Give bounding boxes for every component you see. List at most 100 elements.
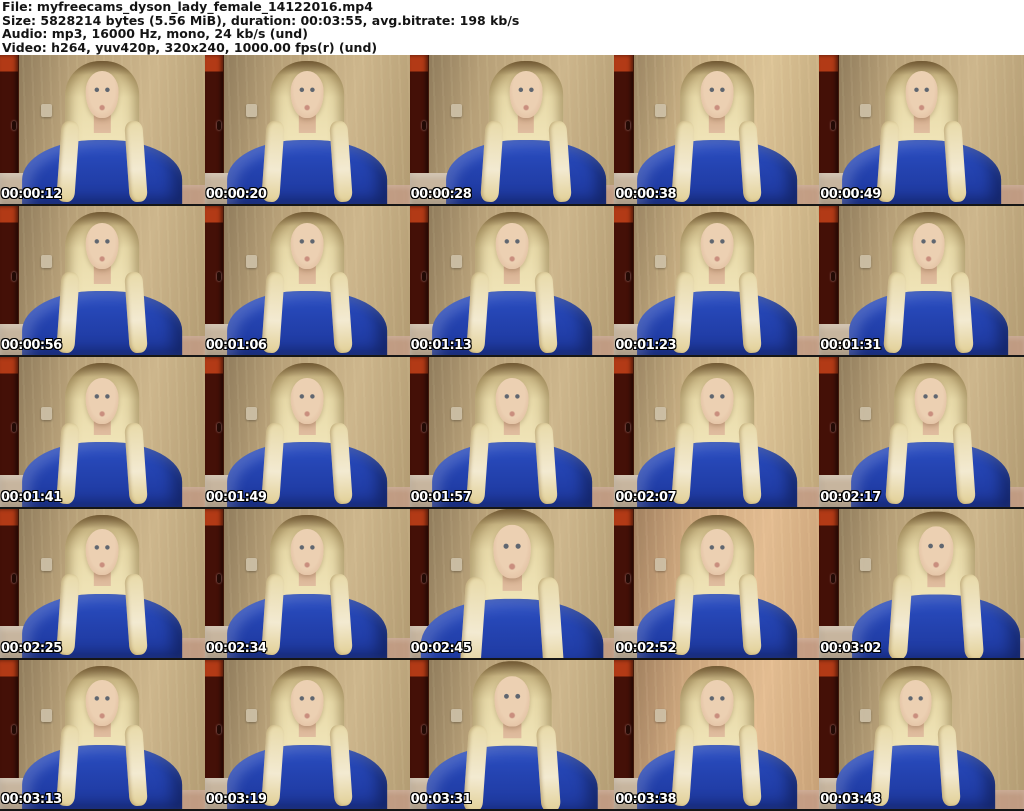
video-frame bbox=[614, 357, 820, 507]
video-thumbnail: 00:02:52 bbox=[614, 508, 820, 660]
video-frame bbox=[614, 508, 820, 658]
video-frame bbox=[0, 508, 205, 658]
video-frame bbox=[204, 55, 410, 205]
file-info-header: File: myfreecams_dyson_lady_female_14122… bbox=[0, 0, 1024, 55]
video-thumbnail: 00:02:17 bbox=[819, 357, 1024, 509]
video-thumbnail: 00:03:13 bbox=[0, 659, 205, 811]
video-frame bbox=[409, 55, 615, 205]
file-size-line: Size: 5828214 bytes (5.56 MiB), duration… bbox=[2, 12, 520, 28]
timestamp-label: 00:02:17 bbox=[820, 489, 881, 505]
timestamp-label: 00:03:38 bbox=[615, 791, 677, 807]
timestamp-label: 00:00:56 bbox=[1, 338, 62, 354]
face bbox=[700, 529, 734, 576]
video-frame bbox=[0, 206, 205, 356]
person bbox=[614, 55, 819, 205]
person bbox=[410, 357, 615, 507]
person bbox=[828, 357, 1024, 507]
video-thumbnail: 00:00:56 bbox=[0, 206, 205, 358]
video-thumbnail: 00:03:48 bbox=[819, 659, 1024, 811]
video-frame bbox=[409, 357, 615, 507]
timestamp-label: 00:01:23 bbox=[615, 338, 677, 354]
face bbox=[495, 377, 529, 425]
face bbox=[290, 529, 324, 576]
face bbox=[495, 222, 529, 269]
face bbox=[919, 526, 954, 575]
face bbox=[700, 377, 734, 425]
video-thumbnail: 00:03:02 bbox=[819, 508, 1024, 660]
face bbox=[86, 71, 119, 118]
person bbox=[205, 55, 410, 205]
video-frame bbox=[409, 659, 615, 809]
face bbox=[290, 222, 324, 269]
hair-lock-right bbox=[738, 422, 763, 505]
face bbox=[700, 680, 734, 727]
person bbox=[819, 660, 1018, 809]
face bbox=[290, 377, 324, 425]
face bbox=[905, 71, 938, 118]
timestamp-label: 00:01:41 bbox=[1, 489, 62, 505]
video-frame bbox=[614, 659, 820, 809]
thumbnail-grid: 00:00:12 00:00:20 00:00:28 00:00:38 00:0… bbox=[0, 55, 1024, 811]
video-thumbnail: 00:03:19 bbox=[204, 659, 410, 811]
timestamp-label: 00:01:13 bbox=[410, 338, 472, 354]
video-thumbnail: 00:00:12 bbox=[0, 55, 205, 207]
video-frame bbox=[204, 659, 410, 809]
person bbox=[205, 660, 410, 809]
timestamp-label: 00:02:34 bbox=[205, 640, 267, 656]
person bbox=[205, 357, 410, 507]
video-thumbnail: 00:02:34 bbox=[204, 508, 410, 660]
video-frame bbox=[204, 508, 410, 658]
video-thumbnail: 00:02:07 bbox=[614, 357, 820, 509]
audio-info-line: Audio: mp3, 16000 Hz, mono, 24 kb/s (und… bbox=[2, 26, 308, 42]
hair-lock-right bbox=[950, 271, 975, 353]
video-thumbnail: 00:01:13 bbox=[409, 206, 615, 358]
timestamp-label: 00:03:02 bbox=[820, 640, 881, 656]
timestamp-label: 00:01:57 bbox=[410, 489, 472, 505]
timestamp-label: 00:03:48 bbox=[820, 791, 881, 807]
video-frame bbox=[204, 357, 410, 507]
face bbox=[912, 222, 945, 269]
video-thumbnail: 00:00:49 bbox=[819, 55, 1024, 207]
video-frame bbox=[204, 206, 410, 356]
video-frame bbox=[614, 206, 820, 356]
timestamp-label: 00:01:31 bbox=[820, 338, 881, 354]
timestamp-label: 00:02:07 bbox=[615, 489, 677, 505]
video-thumbnail: 00:01:31 bbox=[819, 206, 1024, 358]
video-thumbnail: 00:03:38 bbox=[614, 659, 820, 811]
video-info-line: Video: h264, yuv420p, 320x240, 1000.00 f… bbox=[2, 39, 378, 55]
face bbox=[86, 222, 119, 269]
person bbox=[826, 206, 1024, 356]
file-name-line: File: myfreecams_dyson_lady_female_14122… bbox=[2, 0, 373, 14]
face bbox=[700, 71, 734, 118]
face bbox=[700, 222, 734, 269]
video-frame bbox=[819, 357, 1024, 507]
person bbox=[829, 509, 1024, 658]
video-frame bbox=[0, 357, 205, 507]
hair-lock-right bbox=[952, 422, 977, 505]
video-frame bbox=[819, 55, 1024, 205]
person bbox=[614, 206, 819, 356]
timestamp-label: 00:00:49 bbox=[820, 187, 881, 203]
video-thumbnail: 00:02:45 bbox=[409, 508, 615, 660]
timestamp-label: 00:00:20 bbox=[205, 187, 267, 203]
face bbox=[290, 71, 324, 118]
timestamp-label: 00:02:25 bbox=[1, 640, 62, 656]
person bbox=[424, 55, 615, 205]
face bbox=[899, 680, 932, 727]
timestamp-label: 00:03:31 bbox=[410, 791, 472, 807]
person bbox=[614, 660, 819, 809]
timestamp-label: 00:03:13 bbox=[1, 791, 62, 807]
hair-lock-right bbox=[738, 120, 763, 202]
person bbox=[0, 55, 205, 205]
video-frame bbox=[0, 659, 205, 809]
face bbox=[509, 71, 543, 118]
video-thumbnail: 00:02:25 bbox=[0, 508, 205, 660]
person bbox=[0, 357, 205, 507]
hair-lock-right bbox=[959, 573, 985, 658]
video-frame bbox=[819, 206, 1024, 356]
person bbox=[410, 206, 615, 356]
face bbox=[86, 529, 119, 576]
video-thumbnail: 00:00:28 bbox=[409, 55, 615, 207]
face bbox=[493, 524, 531, 578]
video-frame bbox=[819, 508, 1024, 658]
